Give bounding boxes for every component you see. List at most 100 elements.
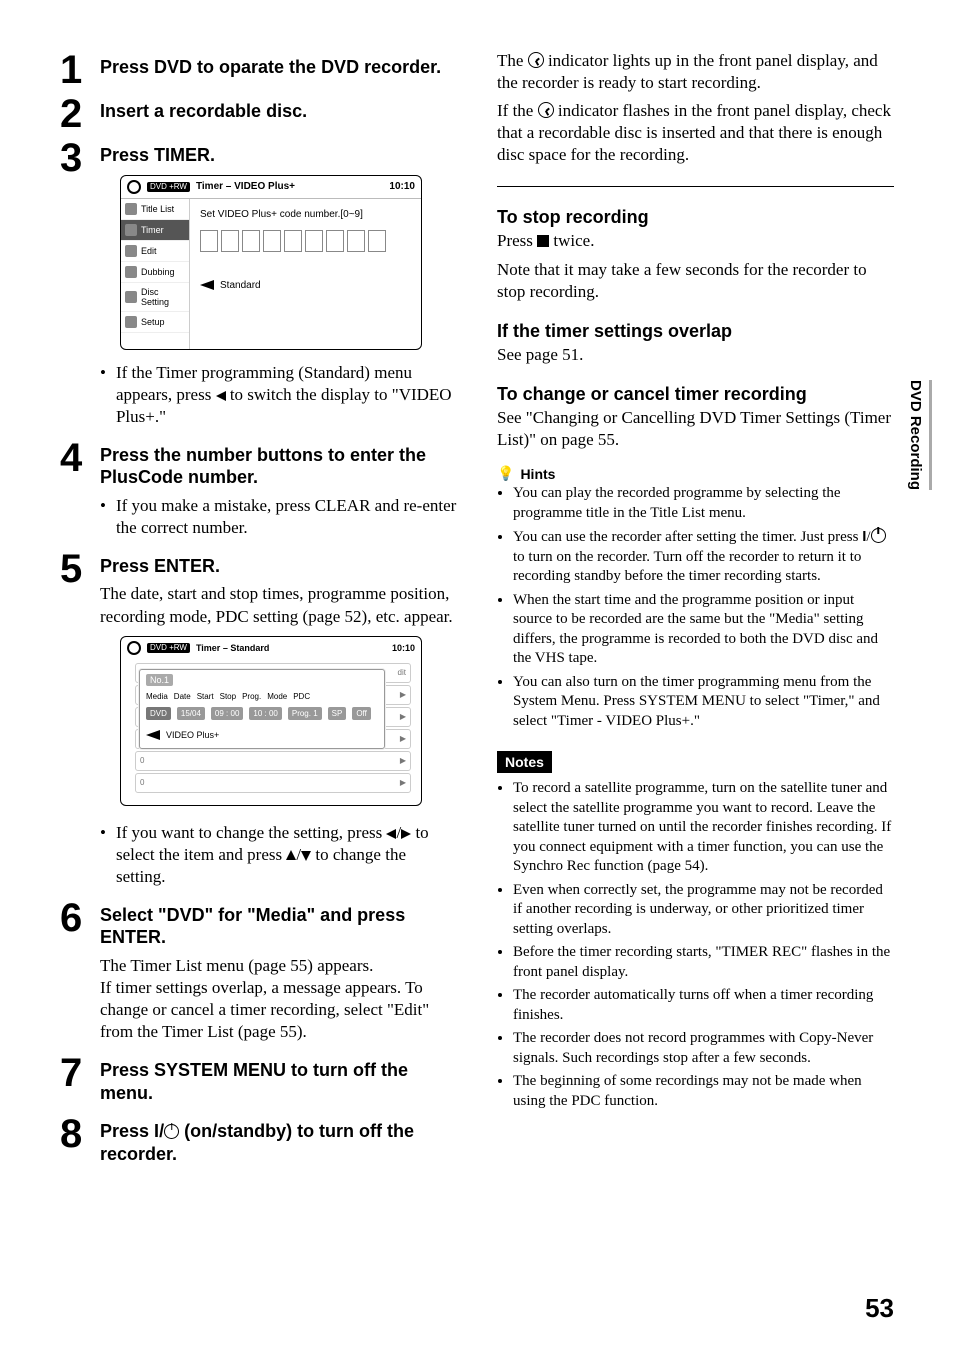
nav-timer[interactable]: Timer <box>121 220 189 241</box>
osd2-titlebar: DVD +RW Timer – Standard 10:10 <box>121 637 421 659</box>
intro-para-1: The indicator lights up in the front pan… <box>497 50 894 94</box>
nav-disc-setting-label: Disc Setting <box>141 287 185 307</box>
section-tab: DVD Recording <box>907 380 924 490</box>
up-arrow-icon <box>286 850 296 860</box>
nav-dubbing[interactable]: Dubbing <box>121 262 189 283</box>
step-4: 4 Press the number buttons to enter the … <box>60 438 457 545</box>
cell-date[interactable]: 15/04 <box>177 707 205 720</box>
step5-bullet: If you want to change the setting, press… <box>100 822 457 888</box>
osd1-code-input[interactable] <box>200 230 411 252</box>
slot-row[interactable]: 0▶ <box>135 751 411 771</box>
osd-timer-standard: DVD +RW Timer – Standard 10:10 Ndit 0▶ 0… <box>120 636 422 806</box>
step-8-head: Press I/ (on/standby) to turn off the re… <box>100 1120 457 1165</box>
intro-a: The <box>497 51 528 70</box>
step-8-number: 8 <box>60 1114 100 1154</box>
step-6-number: 6 <box>60 898 100 938</box>
page-number: 53 <box>865 1293 894 1324</box>
col-mode: Mode <box>267 692 287 701</box>
change-text: See "Changing or Cancelling DVD Timer Se… <box>497 407 894 451</box>
notes-list: To record a satellite programme, turn on… <box>497 779 894 1111</box>
cell-prog[interactable]: Prog. 1 <box>288 707 322 720</box>
stop-a: Press <box>497 231 537 250</box>
stop-recording-head: To stop recording <box>497 207 894 228</box>
osd-timer-videoplus: DVD +RW Timer – VIDEO Plus+ 10:10 Title … <box>120 175 422 350</box>
nav-dubbing-label: Dubbing <box>141 267 175 277</box>
hints-heading: 💡 Hints <box>497 465 894 482</box>
hint1-mid: to turn on the recorder. Turn off the re… <box>513 549 861 585</box>
step-5: 5 Press ENTER. The date, start and stop … <box>60 549 457 894</box>
step-4-number: 4 <box>60 438 100 478</box>
cell-pdc[interactable]: Off <box>352 707 371 720</box>
step-6: 6 Select "DVD" for "Media" and press ENT… <box>60 898 457 1049</box>
osd2-row[interactable]: DVD 15/04 09 : 00 10 : 00 Prog. 1 SP Off <box>146 707 378 720</box>
osd2-title: Timer – Standard <box>196 643 269 653</box>
notes-heading: Notes <box>497 751 552 773</box>
left-arrow-icon <box>146 730 160 740</box>
osd2-no1: No.1 <box>146 674 173 686</box>
hint-item: You can also turn on the timer programmi… <box>513 673 894 732</box>
stop-recording-note: Note that it may take a few seconds for … <box>497 259 894 303</box>
osd1-content: Set VIDEO Plus+ code number.[0~9] Standa… <box>190 199 421 349</box>
nav-disc-setting[interactable]: Disc Setting <box>121 283 189 312</box>
step-7-number: 7 <box>60 1053 100 1093</box>
setup-icon <box>125 316 137 328</box>
osd1-title: Timer – VIDEO Plus+ <box>196 181 295 192</box>
timer-indicator-icon <box>528 52 544 68</box>
col-media: Media <box>146 692 168 701</box>
step-7: 7 Press SYSTEM MENU to turn off the menu… <box>60 1053 457 1110</box>
note-item: The recorder does not record programmes … <box>513 1029 894 1068</box>
hint1-prefix: You can use the recorder after setting t… <box>513 529 862 545</box>
col-pdc: PDC <box>293 692 310 701</box>
note-item: Before the timer recording starts, "TIME… <box>513 943 894 982</box>
stop-recording-line: Press twice. <box>497 230 894 252</box>
osd2-time: 10:10 <box>392 643 415 653</box>
osd1-badge: DVD +RW <box>147 182 190 192</box>
right-column: The indicator lights up in the front pan… <box>497 50 894 1175</box>
step-8: 8 Press I/ (on/standby) to turn off the … <box>60 1114 457 1171</box>
intro-para-2: If the indicator flashes in the front pa… <box>497 100 894 166</box>
cell-stop[interactable]: 10 : 00 <box>249 707 281 720</box>
nav-title-list[interactable]: Title List <box>121 199 189 220</box>
osd2-detail-card: No.1 Media Date Start Stop Prog. Mode PD… <box>139 669 385 749</box>
hints-list: You can play the recorded programme by s… <box>497 484 894 731</box>
hint-bulb-icon: 💡 <box>497 465 514 482</box>
hint-item: When the start time and the programme po… <box>513 591 894 669</box>
osd1-standard-row[interactable]: Standard <box>200 280 411 291</box>
stop-icon <box>537 235 549 247</box>
osd1-standard-label: Standard <box>220 280 261 291</box>
nav-setup[interactable]: Setup <box>121 312 189 333</box>
nav-setup-label: Setup <box>141 317 165 327</box>
step-3-head: Press TIMER. <box>100 144 457 167</box>
step-3: 3 Press TIMER. DVD +RW Timer – VIDEO Plu… <box>60 138 457 434</box>
osd2-badge: DVD +RW <box>147 643 190 653</box>
cell-media[interactable]: DVD <box>146 707 171 720</box>
col-date: Date <box>174 692 191 701</box>
step3-bullet: If the Timer programming (Standard) menu… <box>100 362 457 428</box>
step-6-desc: The Timer List menu (page 55) appears. I… <box>100 955 457 1043</box>
nav-title-list-label: Title List <box>141 204 174 214</box>
down-arrow-icon <box>301 851 311 861</box>
timer-icon <box>125 224 137 236</box>
nav-edit[interactable]: Edit <box>121 241 189 262</box>
step-2-number: 2 <box>60 94 100 134</box>
title-list-icon <box>125 203 137 215</box>
left-arrow-icon <box>216 391 226 401</box>
right-arrow-icon <box>401 829 411 839</box>
hints-label: Hints <box>520 466 555 482</box>
osd1-titlebar: DVD +RW Timer – VIDEO Plus+ 10:10 <box>121 176 421 199</box>
power-icon <box>164 1124 179 1139</box>
cell-mode[interactable]: SP <box>328 707 347 720</box>
slot-row[interactable]: 0▶ <box>135 773 411 793</box>
step5-bullet-a: If you want to change the setting, press <box>116 823 387 842</box>
note-item: Even when correctly set, the programme m… <box>513 881 894 940</box>
step-2: 2 Insert a recordable disc. <box>60 94 457 134</box>
step-2-head: Insert a recordable disc. <box>100 100 457 123</box>
intro-b: indicator lights up in the front panel d… <box>497 51 878 92</box>
step-6-head: Select "DVD" for "Media" and press ENTER… <box>100 904 457 949</box>
osd2-videoplus-row[interactable]: VIDEO Plus+ <box>146 730 378 740</box>
osd2-columns: Media Date Start Stop Prog. Mode PDC <box>146 692 378 701</box>
cell-start[interactable]: 09 : 00 <box>211 707 243 720</box>
osd1-time: 10:10 <box>389 181 415 192</box>
osd1-instruction: Set VIDEO Plus+ code number.[0~9] <box>200 209 411 220</box>
power-icon <box>871 528 886 543</box>
